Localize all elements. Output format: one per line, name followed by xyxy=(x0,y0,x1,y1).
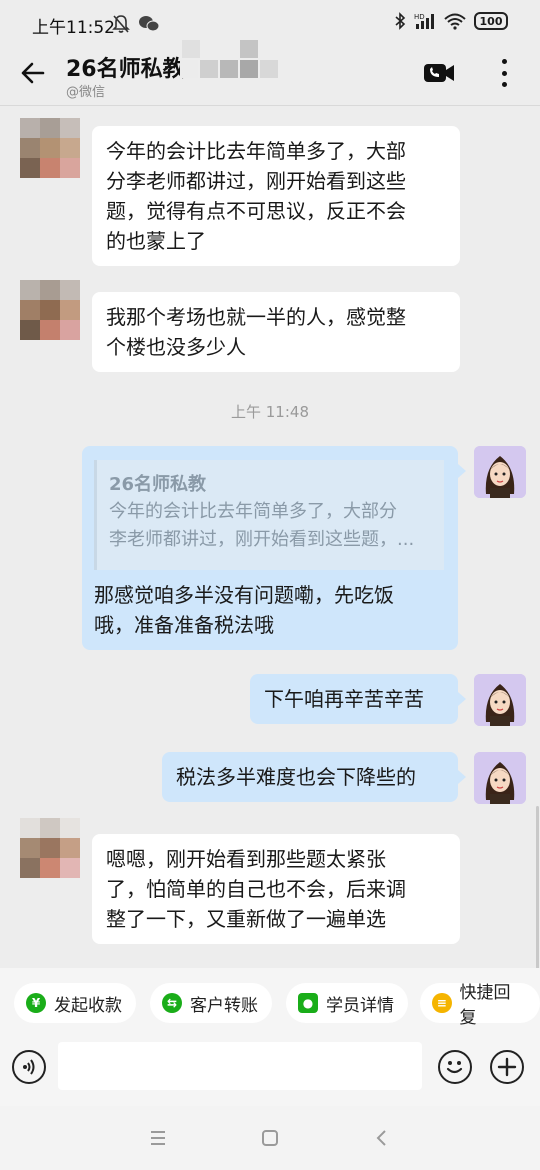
my-avatar[interactable] xyxy=(474,674,526,726)
chat-area[interactable]: 今年的会计比去年简单多了，大部 分李老师都讲过，刚开始看到这些 题，觉得有点不可… xyxy=(0,106,540,1066)
back-arrow-icon[interactable] xyxy=(16,58,46,88)
transfer-icon: ⇆ xyxy=(162,993,182,1013)
svg-text:HD: HD xyxy=(414,13,425,21)
contact-avatar[interactable] xyxy=(20,118,80,178)
message-bubble-in[interactable]: 嗯嗯，刚开始看到那些题太紧张 了，怕简单的自己也不会，后来调 整了一下，又重新做… xyxy=(92,834,460,944)
input-bar xyxy=(0,1038,540,1106)
message-timestamp: 上午 11:48 xyxy=(231,403,309,421)
smiley-icon xyxy=(446,1061,463,1074)
system-navigation-bar xyxy=(0,1106,540,1170)
chat-header: 26名师私教 @微信 xyxy=(0,40,540,106)
home-icon[interactable] xyxy=(258,1126,282,1150)
yen-icon: ¥ xyxy=(26,993,46,1013)
video-call-icon[interactable] xyxy=(422,60,456,86)
message-input[interactable] xyxy=(58,1042,422,1090)
contact-avatar[interactable] xyxy=(20,280,80,340)
voice-input-button[interactable] xyxy=(12,1050,46,1084)
quick-actions-bar: ¥ 发起收款 ⇆ 客户转账 ● 学员详情 ≡ 快捷回复 xyxy=(0,968,540,1038)
cartoon-girl-icon xyxy=(474,674,526,726)
quick-action-collect-payment[interactable]: ¥ 发起收款 xyxy=(14,983,136,1023)
my-avatar[interactable] xyxy=(474,752,526,804)
quick-action-student-details[interactable]: ● 学员详情 xyxy=(286,983,408,1023)
status-time: 上午11:52 xyxy=(32,18,115,38)
message-bubble-in[interactable]: 我那个考场也就一半的人，感觉整 个楼也没多少人 xyxy=(92,292,460,372)
cartoon-girl-icon xyxy=(474,752,526,804)
my-avatar[interactable] xyxy=(474,446,526,498)
quote-text: 今年的会计比去年简单多了，大部分 李老师都讲过，刚开始看到这些题，... xyxy=(109,501,415,550)
menu-icon[interactable] xyxy=(146,1126,170,1150)
wifi-icon xyxy=(444,13,466,30)
emoji-button[interactable] xyxy=(438,1050,472,1084)
reply-icon: ≡ xyxy=(432,993,452,1013)
contact-avatar[interactable] xyxy=(20,818,80,878)
chat-title: 26名师私教 xyxy=(66,57,185,82)
quote-sender: 26名师私教 xyxy=(109,474,207,495)
message-bubble-in[interactable]: 今年的会计比去年简单多了，大部 分李老师都讲过，刚开始看到这些 题，觉得有点不可… xyxy=(92,126,460,266)
voice-icon xyxy=(23,1059,35,1075)
quoted-message[interactable]: 26名师私教 今年的会计比去年简单多了，大部分 李老师都讲过，刚开始看到这些题，… xyxy=(94,460,444,570)
battery-indicator: 100 xyxy=(474,12,508,30)
plus-icon xyxy=(497,1057,517,1077)
message-bubble-out[interactable]: 税法多半难度也会下降些的 xyxy=(162,752,466,802)
more-options-button[interactable] xyxy=(490,56,518,90)
message-bubble-out[interactable]: 下午咱再辛苦辛苦 xyxy=(250,674,466,724)
bluetooth-icon xyxy=(395,12,406,30)
quick-action-quick-reply[interactable]: ≡ 快捷回复 xyxy=(420,983,540,1028)
cartoon-girl-icon xyxy=(474,446,526,498)
wechat-icon xyxy=(139,16,160,32)
back-icon[interactable] xyxy=(370,1126,394,1150)
status-bar: 上午11:52 HD 100 xyxy=(0,0,540,48)
more-functions-button[interactable] xyxy=(490,1050,524,1084)
bell-off-icon xyxy=(112,15,130,33)
user-icon: ● xyxy=(298,993,318,1013)
quick-action-customer-transfer[interactable]: ⇆ 客户转账 xyxy=(150,983,272,1023)
chat-subtitle: @微信 xyxy=(66,85,106,100)
signal-icon: HD xyxy=(414,13,434,29)
